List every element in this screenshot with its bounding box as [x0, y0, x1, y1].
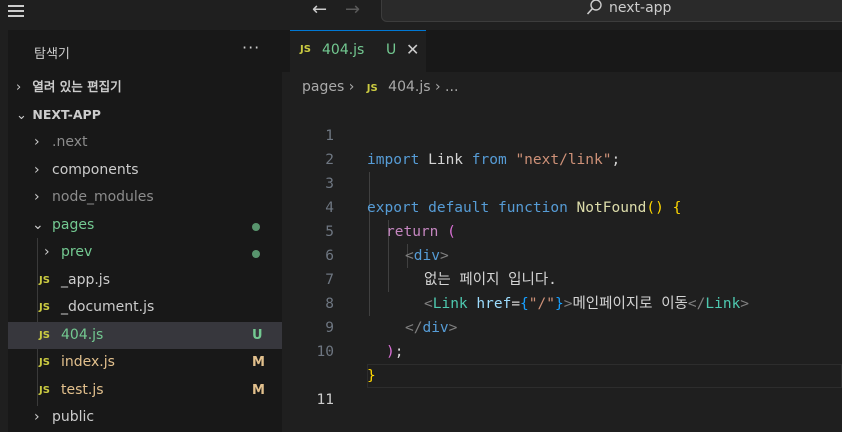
open-editors-section[interactable]: › 열려 있는 편집기: [16, 76, 122, 98]
tree-item-label: node_modules: [52, 189, 154, 205]
code-line: 7 <Link href={"/"}>메인페이지로 이동</Link>: [282, 244, 842, 312]
tree-item-index-js[interactable]: JS index.js M: [8, 349, 282, 376]
open-editors-label: 열려 있는 편집기: [32, 79, 122, 94]
git-status-dot: [252, 250, 260, 258]
arrow-right-icon: →: [345, 0, 361, 20]
line-number: 11: [316, 392, 334, 408]
tree-item-label: prev: [61, 244, 93, 260]
explorer-sidebar: 탐색기 ··· › 열려 있는 편집기 ⌄ NEXT-APP › .next ›…: [8, 30, 282, 432]
code-line: 4 return (: [282, 172, 842, 240]
tree-item-test-js[interactable]: JS test.js M: [8, 377, 282, 404]
breadcrumb-file[interactable]: 404.js: [388, 79, 430, 95]
breadcrumb-symbol[interactable]: ...: [445, 79, 458, 95]
chevron-right-icon: ›: [34, 134, 40, 150]
code-line: 3 export default function NotFound() {: [282, 148, 842, 216]
tab-404-js[interactable]: JS 404.js U ✕: [290, 30, 426, 72]
breadcrumb-folder[interactable]: pages: [302, 79, 344, 95]
git-status-badge: U: [252, 328, 263, 343]
chevron-right-icon: ›: [34, 162, 40, 178]
project-label: NEXT-APP: [32, 107, 101, 122]
explorer-title: 탐색기: [34, 47, 70, 62]
tab-bar: JS 404.js U ✕: [282, 30, 842, 72]
js-file-icon: JS: [39, 385, 50, 396]
tree-item-label: public: [52, 409, 95, 425]
code-line: 8 </div>: [282, 268, 842, 336]
js-file-icon: JS: [366, 83, 378, 94]
breadcrumb: pages › JS 404.js › ...: [302, 79, 458, 95]
tree-item-label: .next: [52, 134, 88, 150]
tree-item-label: components: [52, 162, 139, 178]
tab-git-status: U: [386, 42, 397, 58]
tree-item-label: test.js: [61, 382, 104, 398]
tree-item-label: pages: [52, 217, 95, 233]
tree-item-pages[interactable]: ⌄ pages: [8, 212, 282, 239]
project-section[interactable]: ⌄ NEXT-APP: [16, 104, 101, 126]
tree-item-app-js[interactable]: JS _app.js: [8, 267, 282, 294]
tree-item-next[interactable]: › .next: [8, 129, 282, 156]
tree-item-public[interactable]: › public: [8, 404, 282, 431]
js-file-icon: JS: [39, 330, 50, 341]
title-bar: ← → next-app: [0, 0, 842, 22]
tree-item-label: _app.js: [61, 272, 110, 288]
tree-item-components[interactable]: › components: [8, 157, 282, 184]
js-file-icon: JS: [39, 302, 50, 313]
git-status-badge: M: [252, 383, 265, 398]
git-status-badge: M: [252, 355, 265, 370]
editor-area: JS 404.js U ✕ pages › JS 404.js › ... 1 …: [282, 30, 842, 432]
js-file-icon: JS: [300, 44, 311, 55]
tree-item-document-js[interactable]: JS _document.js: [8, 294, 282, 321]
current-line-highlight: [367, 364, 842, 388]
breadcrumb-separator: ›: [348, 79, 355, 95]
code-line: 2: [282, 124, 842, 168]
code-line: 10 }: [282, 316, 842, 384]
chevron-right-icon: ›: [34, 189, 40, 205]
chevron-down-icon: ⌄: [32, 217, 44, 233]
chevron-right-icon: ›: [44, 244, 50, 260]
tree-item-label: 404.js: [61, 327, 104, 343]
tree-item-label: _document.js: [61, 299, 155, 315]
tree-item-prev[interactable]: › prev: [8, 239, 282, 266]
code-line: 9 );: [282, 292, 842, 360]
code-line-current: 11: [282, 340, 842, 408]
code-line: 1 import Link from "next/link";: [282, 100, 842, 168]
js-file-icon: JS: [39, 275, 50, 286]
menu-icon[interactable]: [6, 2, 28, 18]
tree-item-label: index.js: [61, 354, 115, 370]
tab-label: 404.js: [322, 42, 365, 58]
git-status-dot: [252, 223, 260, 231]
arrow-left-icon[interactable]: ←: [312, 0, 327, 20]
chevron-right-icon: ›: [34, 409, 40, 425]
code-line: 6 없는 페이지 입니다.: [282, 220, 842, 288]
chevron-right-icon: ›: [16, 80, 22, 95]
code-line: 5 <div>: [282, 196, 842, 264]
chevron-down-icon: ⌄: [16, 108, 27, 123]
tree-item-node-modules[interactable]: › node_modules: [8, 184, 282, 211]
more-actions-icon[interactable]: ···: [242, 38, 260, 57]
breadcrumb-separator: ›: [434, 79, 441, 95]
tree-item-404-js[interactable]: JS 404.js U: [8, 322, 282, 349]
close-icon[interactable]: ✕: [406, 40, 419, 59]
js-file-icon: JS: [39, 357, 50, 368]
search-icon: [586, 0, 602, 15]
command-center-text: next-app: [609, 0, 672, 16]
